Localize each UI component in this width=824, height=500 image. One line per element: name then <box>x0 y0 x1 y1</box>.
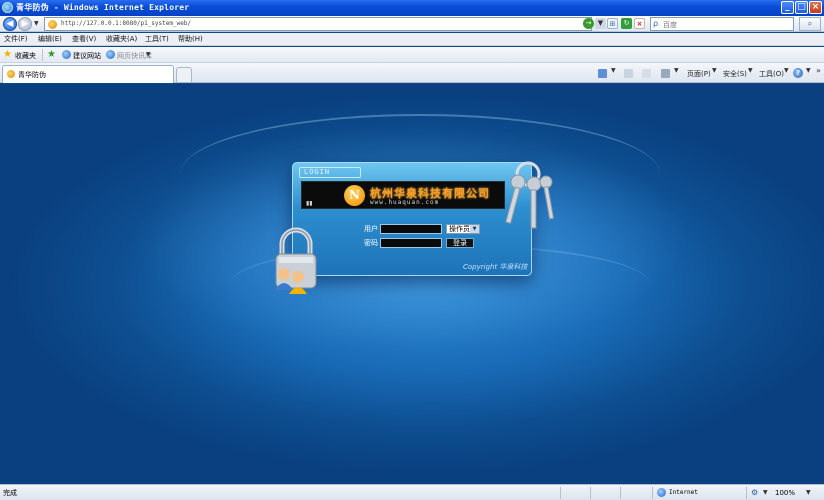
menu-tools[interactable]: 工具(T) <box>145 34 169 44</box>
company-banner: ▮▮ N 杭州华泉科技有限公司 www.huaquan.com <box>301 181 505 209</box>
role-select[interactable]: 操作员 ▼ <box>446 224 480 234</box>
close-button[interactable]: × <box>809 1 822 14</box>
divider <box>652 487 653 499</box>
menu-bar: 文件(F) 编辑(E) 查看(V) 收藏夹(A) 工具(T) 帮助(H) <box>0 33 824 46</box>
copyright-text: Copyright 华泉科技 <box>463 263 528 271</box>
print-icon[interactable] <box>661 69 670 78</box>
divider <box>560 487 561 499</box>
back-button[interactable]: ◀ <box>3 17 17 31</box>
company-logo: N <box>344 185 365 206</box>
stop-icon[interactable]: × <box>634 18 645 29</box>
menu-help[interactable]: 帮助(H) <box>178 34 203 44</box>
history-dropdown-icon[interactable]: ▼ <box>34 20 39 27</box>
menu-view[interactable]: 查看(V) <box>72 34 96 44</box>
status-text: 完成 <box>3 489 17 497</box>
chevron-down-icon[interactable]: ▼ <box>611 67 616 74</box>
address-bar: ◀ ▶ ▼ http://127.0.0.1:8080/p1_system_we… <box>0 16 824 32</box>
url-input[interactable]: http://127.0.0.1:8080/p1_system_web/ <box>44 17 592 31</box>
login-button[interactable]: 登录 <box>446 238 474 248</box>
protected-mode-icon[interactable]: ⚙ <box>751 488 761 497</box>
tools-menu[interactable]: 工具(O) <box>759 69 784 79</box>
login-tag: LOGIN <box>299 167 361 178</box>
divider <box>620 487 621 499</box>
menu-file[interactable]: 文件(F) <box>4 34 28 44</box>
chevron-down-icon[interactable]: ▼ <box>712 67 717 74</box>
address-dropdown-icon[interactable]: ▼ <box>595 18 606 29</box>
chevron-down-icon[interactable]: ▼ <box>674 67 679 74</box>
ie-icon <box>2 2 13 13</box>
menu-edit[interactable]: 编辑(E) <box>38 34 62 44</box>
divider <box>42 49 43 61</box>
new-tab-button[interactable] <box>176 67 192 82</box>
padlock-icon <box>275 227 317 294</box>
status-bar: 完成 Internet ⚙ ▼ 100% ▼ <box>0 484 824 500</box>
window-title: 青华防伪 - Windows Internet Explorer <box>16 3 190 12</box>
tab-current[interactable]: 青华防伪 <box>2 65 174 83</box>
username-label: 用户 <box>364 225 378 233</box>
chevron-down-icon[interactable]: ▼ <box>784 67 789 74</box>
favorites-star-icon[interactable]: ★ <box>3 49 12 60</box>
maximize-button[interactable]: □ <box>795 1 808 14</box>
forward-button[interactable]: ▶ <box>18 17 32 31</box>
go-icon[interactable]: → <box>583 18 594 29</box>
divider <box>746 487 747 499</box>
divider <box>590 487 591 499</box>
chevron-down-icon[interactable]: ▼ <box>146 51 151 58</box>
url-text: http://127.0.0.1:8080/p1_system_web/ <box>61 20 192 27</box>
page-content: LOGIN ▮▮ N 杭州华泉科技有限公司 www.huaquan.com 用户… <box>0 84 824 484</box>
role-select-value: 操作员 <box>449 225 470 233</box>
feeds-icon[interactable] <box>624 69 633 78</box>
help-icon[interactable]: ? <box>793 68 803 78</box>
home-icon[interactable] <box>598 69 607 78</box>
read-mail-icon[interactable] <box>642 69 651 78</box>
password-label: 密码 <box>364 239 378 247</box>
banner-mark: ▮▮ <box>306 200 313 207</box>
tab-bar: 青华防伪 ▼ ▼ 页面(P) ▼ 安全(S) ▼ 工具(O) ▼ ? ▼ » <box>0 63 824 83</box>
password-input[interactable] <box>380 238 442 248</box>
globe-icon <box>657 488 666 497</box>
add-favorite-icon[interactable]: ★ <box>47 49 56 60</box>
username-input[interactable] <box>380 224 442 234</box>
page-icon <box>48 20 57 29</box>
title-bar: 青华防伪 - Windows Internet Explorer _ □ × <box>0 0 824 16</box>
chevron-down-icon[interactable]: ▼ <box>748 67 753 74</box>
search-provider-icon: ρ <box>653 19 659 28</box>
suggested-sites-link[interactable]: 建议网站 <box>73 51 101 61</box>
compatibility-view-icon[interactable]: ⊞ <box>607 18 618 29</box>
menu-favorites[interactable]: 收藏夹(A) <box>106 34 137 44</box>
search-input[interactable]: ρ 百度 <box>650 17 794 31</box>
security-zone[interactable]: Internet <box>669 489 698 496</box>
tab-page-icon <box>7 70 15 78</box>
chevron-down-icon: ▼ <box>470 225 479 233</box>
favorites-bar: ★ 收藏夹 ★ 建议网站 网页快讯库 ▼ <box>0 47 824 63</box>
safety-menu[interactable]: 安全(S) <box>723 69 747 79</box>
ie-page-icon <box>62 50 71 59</box>
company-url: www.huaquan.com <box>370 199 440 206</box>
favorites-button[interactable]: 收藏夹 <box>15 51 36 61</box>
keys-icon <box>505 161 554 229</box>
refresh-icon[interactable]: ↻ <box>621 18 632 29</box>
ie-page-icon <box>106 50 115 59</box>
chevron-down-icon[interactable]: ▼ <box>806 489 811 496</box>
search-icon[interactable]: ⌕ <box>799 17 821 31</box>
minimize-button[interactable]: _ <box>781 1 794 14</box>
tab-label: 青华防伪 <box>18 71 46 79</box>
zoom-level[interactable]: 100% <box>775 489 795 497</box>
login-panel: LOGIN ▮▮ N 杭州华泉科技有限公司 www.huaquan.com 用户… <box>292 162 532 276</box>
more-commands-icon[interactable]: » <box>816 66 821 75</box>
page-menu[interactable]: 页面(P) <box>687 69 711 79</box>
search-placeholder: 百度 <box>663 21 677 29</box>
chevron-down-icon[interactable]: ▼ <box>806 67 811 74</box>
chevron-down-icon[interactable]: ▼ <box>763 489 768 496</box>
